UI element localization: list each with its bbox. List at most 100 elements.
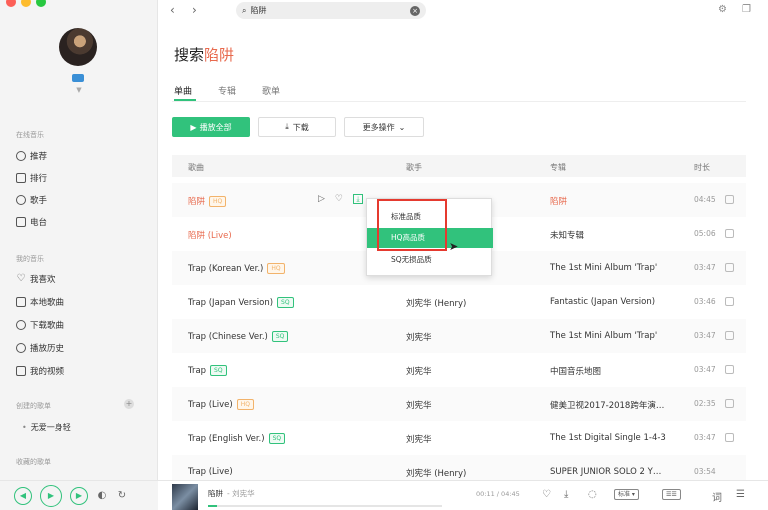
play-icon[interactable]: ▷ [318,194,325,204]
column-header-duration[interactable]: 时长 [694,162,710,173]
disc-icon [16,151,26,161]
minimize-window-button[interactable] [21,0,31,7]
sidebar-item-singer[interactable]: 歌手 [16,194,47,206]
clear-icon[interactable]: × [410,5,420,16]
sidebar-item-label: 歌手 [30,196,48,206]
progress-bar[interactable] [208,505,442,507]
add-playlist-icon[interactable]: + [124,399,134,409]
more-icon[interactable] [725,433,734,442]
album-cell[interactable]: The 1st Mini Album 'Trap' [550,331,657,341]
sidebar-item-label: 电台 [30,218,48,228]
quality-badge: SQ [210,365,227,376]
more-icon[interactable] [725,263,734,272]
sidebar-item-playlist[interactable]: • 无爱一身轻 [22,422,71,433]
more-actions-button[interactable]: 更多操作 ⌄ [344,117,424,137]
playlist-queue-icon[interactable]: ☰ [736,489,745,500]
tab-playlists[interactable]: 歌单 [262,84,280,97]
tab-albums[interactable]: 专辑 [218,84,236,97]
back-arrow-icon[interactable]: ‹ [170,3,175,17]
section-title-online: 在线音乐 [16,131,44,139]
album-cell[interactable]: 中国音乐地图 [550,365,601,377]
download-icon[interactable]: ⤓ [353,194,363,204]
sidebar-item-downloads[interactable]: 下载歌曲 [16,319,64,331]
more-icon[interactable] [725,229,734,238]
sidebar-item-history[interactable]: 播放历史 [16,342,64,354]
quality-badge: HQ [267,263,285,274]
sidebar-item-local[interactable]: 本地歌曲 [16,296,64,308]
album-cell[interactable]: Fantastic (Japan Version) [550,297,655,307]
album-cell[interactable]: 健美卫视2017-2018跨年演… [550,399,664,411]
sidebar-item-radio[interactable]: 电台 [16,216,47,228]
now-playing[interactable]: 陷阱 - 刘宪华 [208,488,255,499]
column-header-title[interactable]: 歌曲 [188,162,204,173]
album-cover[interactable] [172,484,198,510]
duration-cell: 03:47 [694,331,716,340]
user-name[interactable] [72,74,84,82]
sidebar-item-videos[interactable]: 我的视频 [16,365,64,377]
album-cell[interactable]: The 1st Mini Album 'Trap' [550,263,657,273]
artist-cell[interactable]: 刘宪华 [406,365,432,377]
settings-icon[interactable]: ⚙ [718,4,727,15]
heart-icon[interactable]: ♡ [542,489,551,500]
play-all-button[interactable]: ▶ 播放全部 [172,117,250,137]
duration-cell: 03:47 [694,365,716,374]
song-title-cell: Trap (Japan Version) SQ [188,297,294,308]
video-icon [16,366,26,376]
more-icon[interactable] [725,331,734,340]
quality-badge: HQ [236,399,254,410]
table-row[interactable]: Trap SQ 刘宪华 中国音乐地图 03:47 [172,353,746,387]
lyrics-button[interactable]: 词 [712,489,722,504]
page-title: 搜索陷阱 [174,44,234,65]
loop-icon[interactable]: ↻ [116,487,128,505]
avatar[interactable] [59,28,97,66]
song-title-cell: 陷阱 HQ [188,195,227,207]
search-input[interactable]: ⌕ 陷阱 × [236,2,426,19]
more-icon[interactable] [725,297,734,306]
artist-cell[interactable]: 刘宪华 [406,433,432,445]
quality-mode-button[interactable]: 标准 ▾ [614,489,639,500]
album-cell[interactable]: The 1st Digital Single 1-4-3 [550,433,666,443]
more-icon[interactable] [725,195,734,204]
quality-badge: SQ [268,433,286,444]
volume-icon[interactable]: ◐ [96,487,108,505]
sidebar-item-recommend[interactable]: 推荐 [16,150,47,162]
sidebar-item-label: 推荐 [30,152,48,162]
album-cell[interactable]: 未知专辑 [550,229,584,241]
comment-icon[interactable]: ◌ [588,489,597,500]
mini-mode-icon[interactable]: ❐ [742,4,751,15]
tab-songs[interactable]: 单曲 [174,84,192,97]
quality-option-sq[interactable]: SQ无损品质 [367,250,493,270]
quality-badge: SQ [277,297,294,308]
song-title: Trap (Live) [188,467,233,477]
artist-cell[interactable]: 刘宪华 [406,331,432,343]
table-row[interactable]: Trap (Japan Version) SQ 刘宪华 (Henry) Fanta… [172,285,746,319]
play-icon[interactable]: ▶ [40,484,62,507]
forward-arrow-icon[interactable]: › [192,3,197,17]
table-row[interactable]: Trap (Chinese Ver.) SQ 刘宪华 The 1st Mini A… [172,319,746,353]
artist-cell[interactable]: 刘宪华 (Henry) [406,297,466,309]
download-icon[interactable]: ⤓ [564,489,568,500]
sidebar-item-favorites[interactable]: ♡ 我喜欢 [16,273,56,286]
heart-icon[interactable]: ♡ [335,194,343,204]
previous-icon[interactable]: ◀ [14,486,32,505]
sidebar-item-chart[interactable]: 排行 [16,172,47,184]
album-cell[interactable]: 陷阱 [550,195,567,207]
column-header-album[interactable]: 专辑 [550,162,566,173]
more-icon[interactable] [725,399,734,408]
download-button[interactable]: ⤓ 下载 [258,117,336,137]
artist-cell[interactable]: 刘宪华 [406,399,432,411]
table-row[interactable]: Trap (Live) HQ 刘宪华 健美卫视2017-2018跨年演… 02:3… [172,387,746,421]
more-icon[interactable] [725,365,734,374]
person-icon [16,195,26,205]
artist-cell[interactable]: 刘宪华 (Henry) [406,467,466,479]
zoom-window-button[interactable] [36,0,46,7]
table-row[interactable]: Trap (English Ver.) SQ 刘宪华 The 1st Digita… [172,421,746,455]
album-cell[interactable]: SUPER JUNIOR SOLO 2 Y… [550,467,661,477]
close-window-button[interactable] [6,0,16,7]
sound-effect-button[interactable]: ☰☰ [662,489,681,500]
song-title-cell: Trap (Korean Ver.) HQ [188,263,285,274]
sidebar-item-label: 我的视频 [30,367,65,377]
next-icon[interactable]: ▶ [70,486,88,505]
active-tab-indicator [174,99,196,101]
column-header-artist[interactable]: 歌手 [406,162,422,173]
